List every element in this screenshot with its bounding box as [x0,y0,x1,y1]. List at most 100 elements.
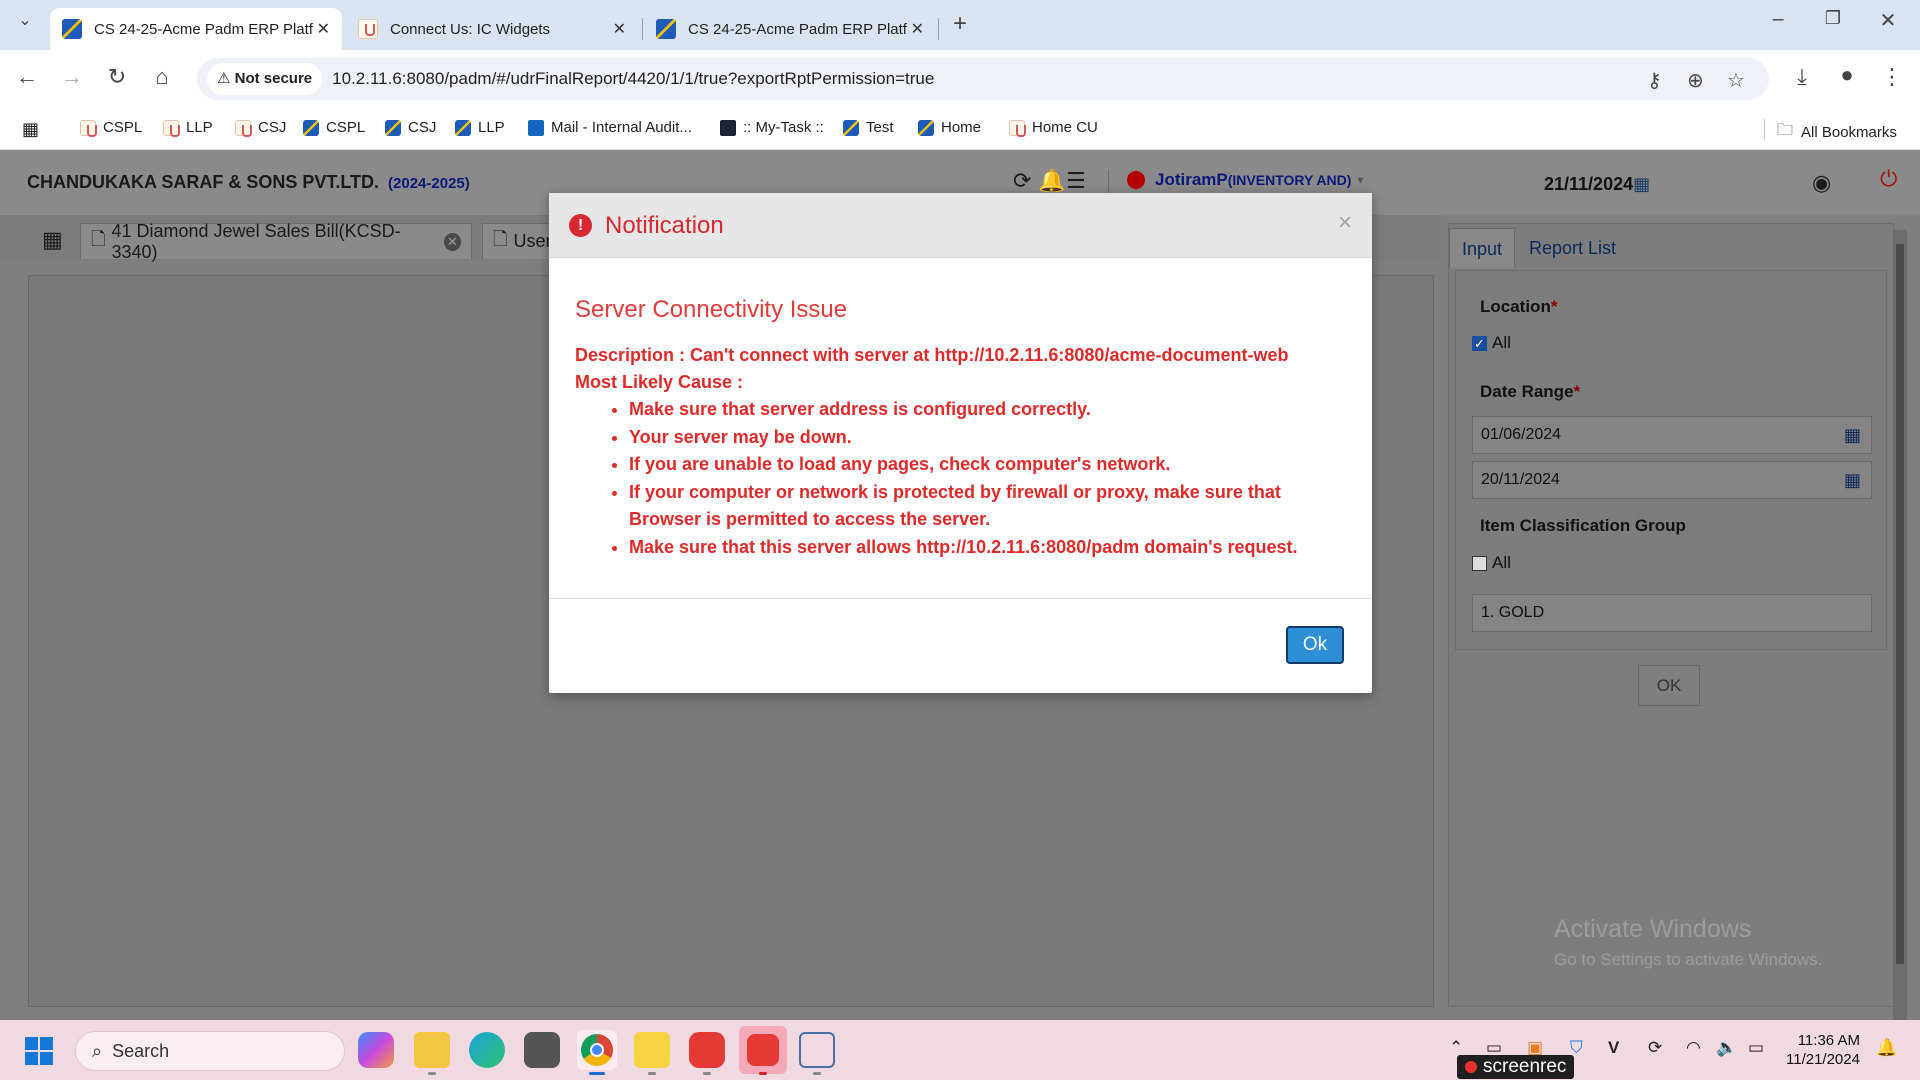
download-icon[interactable]: ⤓ [1787,64,1817,90]
power-icon[interactable]: ⏻ [1880,166,1897,192]
bookmark-item[interactable]: Test [843,119,894,136]
running-indicator [759,1072,767,1075]
battery-icon[interactable]: ▭ [1748,1038,1764,1058]
bookmark-item[interactable]: CSJ [385,119,436,136]
bookmark-item[interactable]: Mail - Internal Audit... [528,119,692,136]
home-icon[interactable]: ⌂ [147,64,177,90]
search-placeholder: Search [112,1040,170,1061]
tab-close-icon[interactable]: ✕ [443,232,461,251]
to-date-input[interactable]: 20/11/2024 ▦ [1472,461,1872,499]
list-icon[interactable]: ☰ [1066,168,1086,194]
screenrec-badge[interactable]: screenrec [1457,1055,1575,1079]
activate-windows-watermark: Activate Windows Go to Settings to activ… [1554,915,1822,970]
calendar-icon[interactable]: ▦ [1844,462,1861,498]
chrome-icon[interactable] [577,1030,617,1070]
bookmark-item[interactable]: CSPL [80,119,142,137]
ok-button[interactable]: Ok [1286,626,1344,664]
apps-grid-icon[interactable]: ▦ [22,119,39,140]
tray-vpn-icon[interactable]: V [1608,1038,1619,1058]
back-arrow-icon[interactable]: ← [12,64,42,90]
bookmark-label: Home [941,119,982,136]
file-explorer-icon[interactable] [414,1032,450,1068]
tab-input[interactable]: Input [1449,228,1516,268]
forward-arrow-icon[interactable]: → [57,64,87,90]
tab-search-chevron-icon[interactable]: ⌄ [10,10,40,30]
item-group-all-label: All [1492,553,1511,572]
close-icon[interactable]: ✕ [911,19,924,39]
security-chip[interactable]: ⚠ Not secure [207,63,323,95]
chrome-center-icon [590,1043,604,1057]
company-name: CHANDUKAKA SARAF & SONS PVT.LTD. (2024-2… [27,172,470,193]
item-group-select[interactable]: 1. GOLD [1472,594,1872,632]
current-date[interactable]: 21/11/2024▦ [1544,174,1650,195]
window-close-icon[interactable]: ✕ [1873,8,1903,33]
bookmark-item[interactable]: CSPL [303,119,365,136]
scrollbar[interactable] [1893,230,1907,1020]
camera-icon[interactable] [524,1032,560,1068]
address-bar-row: ← → ↻ ⌂ ⚠ Not secure 10.2.11.6:8080/padm… [0,50,1920,108]
restore-icon[interactable]: ❐ [1818,8,1848,29]
reload-icon[interactable]: ↻ [102,64,132,90]
tab-report-list[interactable]: Report List [1517,228,1628,268]
wps-writer-icon[interactable] [739,1026,787,1074]
snipping-tool-icon[interactable] [799,1032,835,1068]
running-indicator [428,1072,436,1075]
tab-title: CS 24-25-Acme Padm ERP Platf [688,20,907,38]
close-icon[interactable]: ✕ [613,19,626,39]
all-bookmarks[interactable]: 🗀 All Bookmarks [1777,119,1897,146]
bookmark-item[interactable]: :: My-Task :: [720,119,824,136]
taskbar-clock[interactable]: 11:36 AM 11/21/2024 [1786,1031,1860,1069]
menu-kebab-icon[interactable]: ⋮ [1877,64,1907,90]
tab-divider [642,18,643,40]
user-menu[interactable]: JotiramP (INVENTORY AND) ▾ [1127,170,1363,190]
wps-office-icon[interactable] [689,1032,725,1068]
form-box: Location* ✓ All Date Range* 01/06/2024 ▦ 2… [1455,270,1887,650]
ic-favicon-icon [80,119,97,137]
url-text[interactable]: 10.2.11.6:8080/padm/#/udrFinalReport/442… [332,69,934,89]
from-date-input[interactable]: 01/06/2024 ▦ [1472,416,1872,454]
search-icon: ⌕ [92,1040,103,1061]
taskbar-search[interactable]: ⌕ Search [75,1031,345,1071]
sticky-notes-icon[interactable] [634,1032,670,1068]
bookmark-item[interactable]: LLP [455,119,505,136]
item-group-all-checkbox[interactable]: All [1472,553,1511,573]
copilot-icon[interactable] [358,1032,394,1068]
edge-browser-icon[interactable] [469,1032,505,1068]
minimize-icon[interactable]: – [1763,8,1793,31]
key-icon[interactable]: ⚷ [1647,68,1662,93]
tray-sync-icon[interactable]: ⟳ [1648,1038,1662,1058]
url-bar[interactable]: ⚠ Not secure 10.2.11.6:8080/padm/#/udrFi… [197,58,1769,100]
windows-start-icon[interactable] [25,1037,53,1065]
refresh-icon[interactable]: ⟳ [1013,168,1031,194]
browser-tab-1[interactable]: CS 24-25-Acme Padm ERP Platf ✕ [50,8,342,50]
scrollbar-thumb[interactable] [1896,244,1904,964]
browser-tab-3[interactable]: CS 24-25-Acme Padm ERP Platf ✕ [644,8,936,50]
notification-bell-icon[interactable]: 🔔 [1876,1038,1897,1058]
dialog-close-icon[interactable]: × [1338,209,1352,237]
zoom-icon[interactable]: ⊕ [1687,68,1704,93]
calendar-icon[interactable]: ▦ [1844,417,1861,453]
browser-tab-2[interactable]: Connect Us: IC Widgets ✕ [346,8,638,50]
profile-avatar-icon[interactable]: ● [1832,62,1862,88]
close-icon[interactable]: ✕ [317,19,330,39]
volume-icon[interactable]: 🔈 [1716,1038,1737,1058]
bookmark-label: Test [866,119,894,136]
bookmark-item[interactable]: LLP [163,119,213,137]
bell-icon[interactable]: 🔔 [1038,168,1065,194]
wifi-icon[interactable]: ◠ [1686,1038,1701,1058]
bookmark-item[interactable]: Home CU [1009,119,1098,137]
bookmark-star-icon[interactable]: ☆ [1727,68,1745,93]
bookmark-item[interactable]: CSJ [235,119,286,137]
new-tab-plus-icon[interactable]: + [945,10,975,38]
apps-grid-icon[interactable]: ▦ [42,227,63,253]
form-ok-button[interactable]: OK [1638,665,1700,706]
eye-slash-icon[interactable]: ◉ [1812,170,1831,196]
acme-favicon-icon [385,119,401,136]
bookmark-item[interactable]: Home [918,119,981,136]
financial-year: (2024-2025) [388,175,470,192]
tab-title: CS 24-25-Acme Padm ERP Platf [94,20,313,38]
running-indicator [813,1072,821,1075]
location-all-checkbox[interactable]: ✓ All [1472,333,1511,353]
watermark-line1: Activate Windows [1554,915,1752,943]
app-tab-sales-bill[interactable]: 🗋 41 Diamond Jewel Sales Bill(KCSD-3340)… [80,221,472,262]
